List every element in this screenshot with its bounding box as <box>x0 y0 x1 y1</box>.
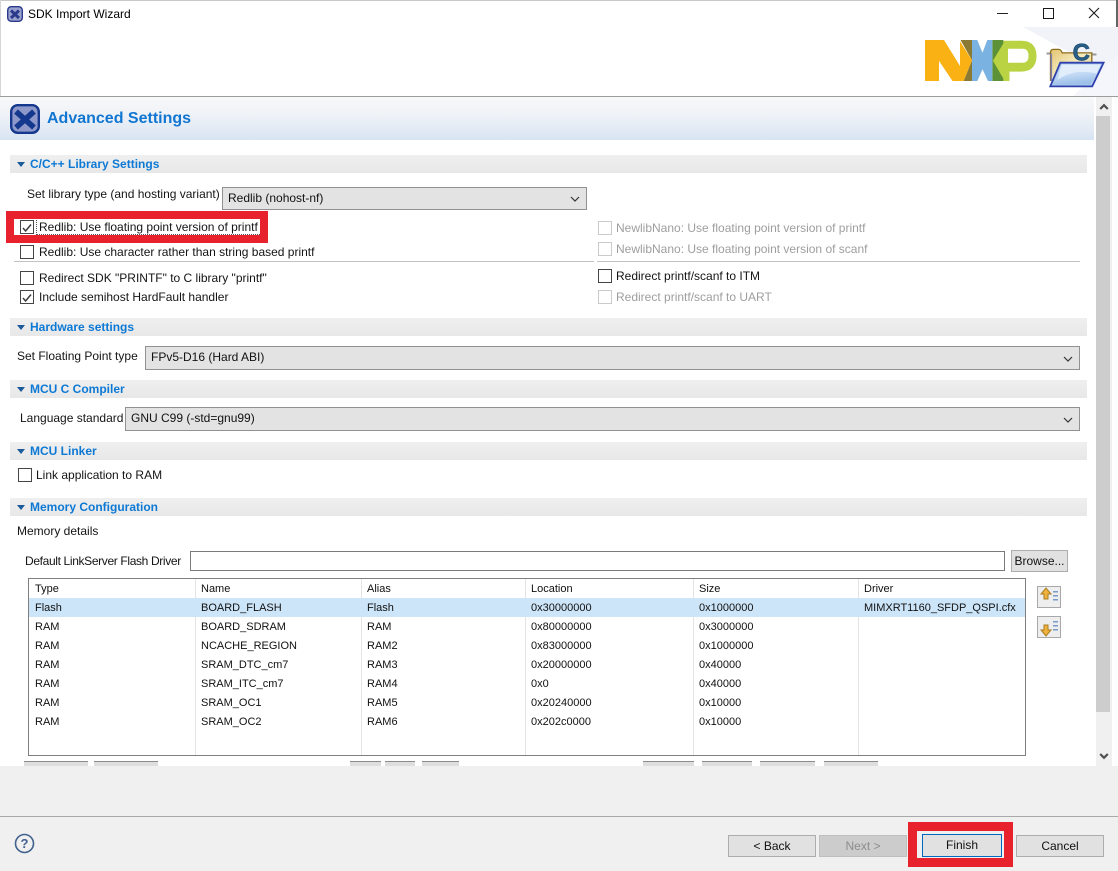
svg-text:?: ? <box>21 836 29 851</box>
